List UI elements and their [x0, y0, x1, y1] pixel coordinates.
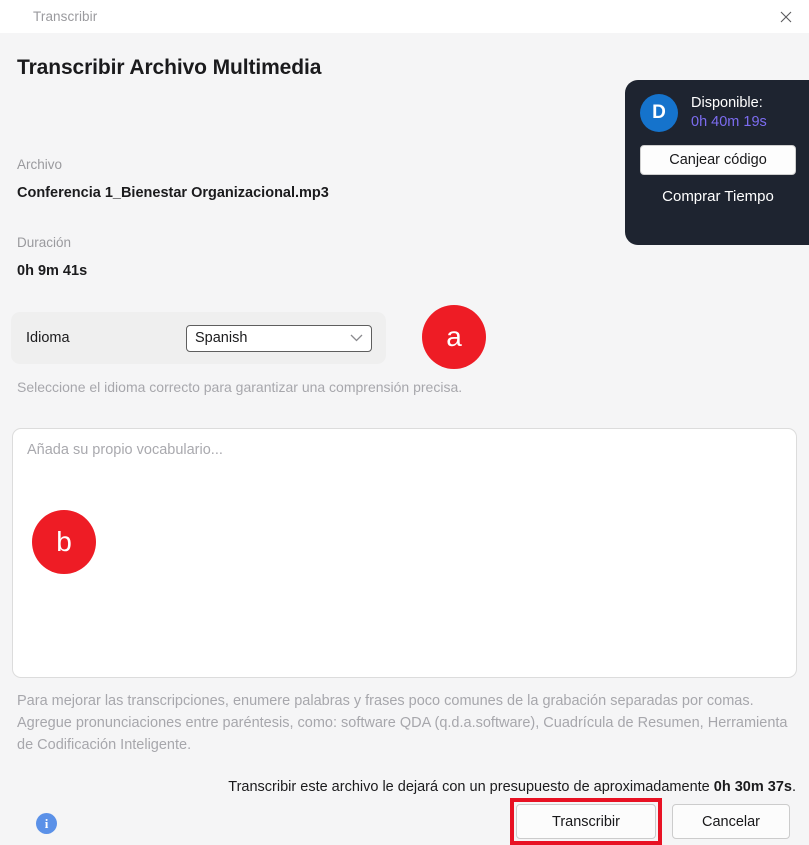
annotation-marker-b: b [32, 510, 96, 574]
window-titlebar: Transcribir [0, 0, 809, 33]
redeem-code-button[interactable]: Canjear código [640, 145, 796, 176]
credit-text-group: Disponible: 0h 40m 19s [691, 94, 767, 132]
window-title: Transcribir [33, 9, 98, 24]
file-value: Conferencia 1_Bienestar Organizacional.m… [17, 185, 329, 201]
language-label: Idioma [26, 330, 70, 346]
credit-panel: D Disponible: 0h 40m 19s Canjear código … [625, 80, 809, 245]
available-label: Disponible: [691, 95, 763, 111]
available-value: 0h 40m 19s [691, 114, 767, 131]
budget-note-suffix: . [791, 779, 796, 795]
budget-note-prefix: Transcribir este archivo le dejará con u… [228, 779, 714, 795]
transcribe-button[interactable]: Transcribir [516, 804, 656, 839]
duration-label: Duración [17, 235, 72, 250]
info-icon[interactable]: i [36, 813, 57, 834]
budget-note-value: 0h 30m 37s [713, 779, 792, 795]
buy-time-link[interactable]: Comprar Tiempo [640, 188, 796, 205]
close-icon[interactable] [763, 0, 809, 33]
annotation-marker-a: a [422, 305, 486, 369]
cancel-button[interactable]: Cancelar [672, 804, 790, 839]
dialog-content: Transcribir Archivo Multimedia D Disponi… [0, 33, 809, 845]
language-hint: Seleccione el idioma correcto para garan… [17, 379, 463, 395]
credit-summary: D Disponible: 0h 40m 19s [640, 94, 809, 133]
language-select-value: Spanish [195, 330, 248, 346]
page-title: Transcribir Archivo Multimedia [17, 56, 322, 79]
vocabulary-help-text: Para mejorar las transcripciones, enumer… [17, 693, 788, 754]
file-label: Archivo [17, 157, 63, 172]
budget-note: Transcribir este archivo le dejará con u… [228, 779, 796, 795]
language-row: Idioma Spanish [11, 312, 386, 364]
language-select[interactable]: Spanish [186, 324, 372, 352]
duration-value: 0h 9m 41s [17, 263, 88, 279]
vocabulary-input[interactable]: Añada su propio vocabulario... [12, 428, 797, 678]
chevron-down-icon [350, 334, 363, 343]
vocabulary-placeholder: Añada su propio vocabulario... [27, 442, 223, 458]
avatar: D [640, 94, 678, 133]
